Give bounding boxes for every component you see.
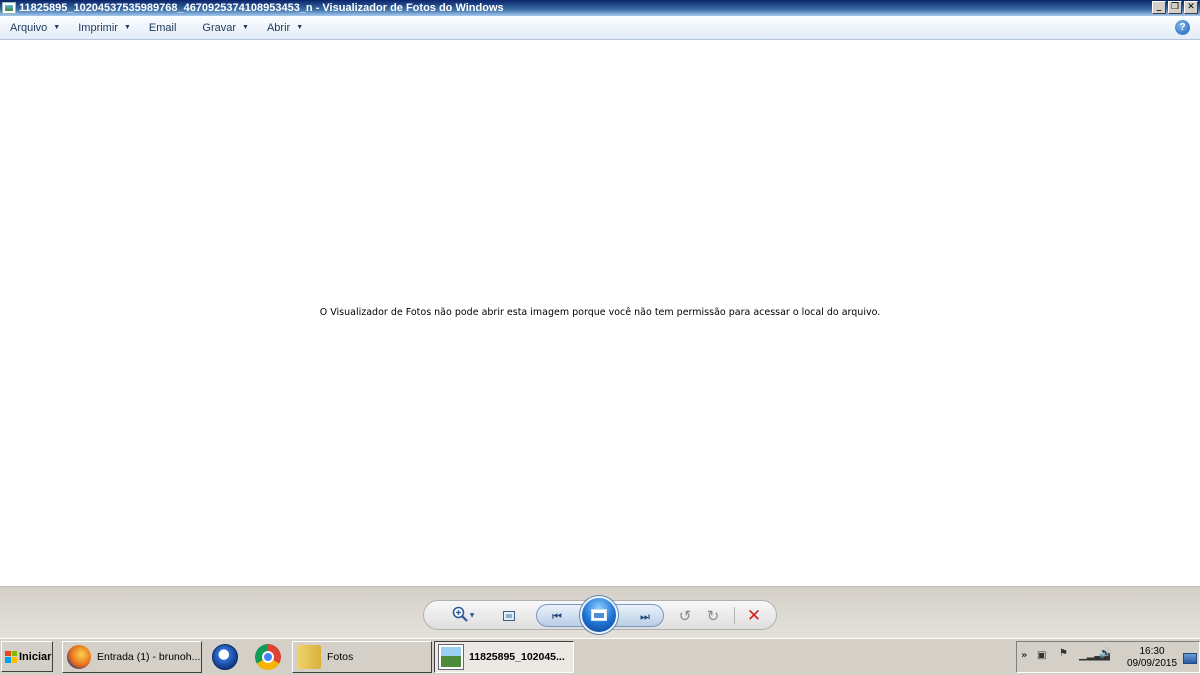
menu-gravar-label: Gravar — [202, 21, 237, 34]
image-viewport: O Visualizador de Fotos não pode abrir e… — [0, 41, 1200, 586]
rotate-left-button[interactable]: ↺ — [674, 605, 696, 626]
zoom-button[interactable]: ▼ — [448, 605, 478, 626]
error-message: O Visualizador de Fotos não pode abrir e… — [319, 307, 881, 318]
menu-bar: Arquivo ▼ Imprimir ▼ Email Gravar ▼ Abri… — [0, 16, 1200, 40]
show-desktop-icon[interactable] — [1183, 653, 1197, 664]
menu-abrir[interactable]: Abrir ▼ — [257, 16, 311, 40]
menu-arquivo-label: Arquivo — [10, 21, 48, 34]
window-title: 11825895_10204537535989768_4670925374108… — [19, 2, 504, 14]
system-tray: » ▣ ⚑ ▁▂▃▅ 🔊 16:30 09/09/2015 — [1016, 641, 1200, 673]
chevron-down-icon: ▼ — [296, 24, 304, 31]
menu-imprimir-label: Imprimir — [78, 21, 118, 34]
next-button[interactable]: ⏭ — [633, 606, 657, 627]
clock[interactable]: 16:30 09/09/2015 — [1123, 646, 1181, 670]
fit-window-icon — [503, 610, 515, 621]
menu-email-label: Email — [148, 21, 177, 34]
zoom-icon — [452, 606, 468, 626]
menu-email[interactable]: Email — [139, 16, 193, 40]
chevron-down-icon: ▼ — [469, 612, 475, 619]
close-button[interactable]: ✕ — [1184, 1, 1198, 14]
start-label: Iniciar — [19, 650, 52, 663]
menu-abrir-label: Abrir — [266, 21, 291, 34]
slideshow-button[interactable] — [580, 596, 618, 634]
help-icon[interactable]: ? — [1175, 20, 1190, 35]
maximize-button[interactable]: ❐ — [1168, 1, 1182, 14]
safely-remove-hardware-icon[interactable]: ▣ — [1037, 650, 1046, 661]
chevron-down-icon: ▼ — [53, 24, 61, 31]
chevron-down-icon: ▼ — [123, 24, 131, 31]
taskbar: Iniciar Entrada (1) - brunoh... Fotos 11… — [0, 638, 1200, 675]
action-center-flag-icon[interactable]: ⚑ — [1059, 648, 1068, 659]
taskbar-item-label: 11825895_102045... — [469, 651, 565, 663]
taskbar-item-fotos[interactable]: Fotos — [292, 641, 432, 673]
clock-time: 16:30 — [1139, 646, 1165, 657]
slideshow-icon — [591, 609, 607, 621]
taskbar-item-firefox[interactable]: Entrada (1) - brunoh... — [62, 641, 202, 673]
taskbar-item-label: Fotos — [327, 651, 354, 663]
controls-group: ▼ ⏮ ⏭ ↺ ↻ ✕ — [423, 596, 777, 634]
quicklaunch-thunderbird[interactable] — [210, 642, 240, 672]
folder-icon — [297, 645, 321, 669]
volume-icon[interactable]: 🔊 — [1099, 648, 1111, 659]
menu-imprimir[interactable]: Imprimir ▼ — [68, 16, 139, 40]
menu-arquivo[interactable]: Arquivo ▼ — [0, 16, 68, 40]
chevron-down-icon: ▼ — [242, 24, 249, 31]
thunderbird-icon — [212, 644, 238, 670]
delete-button[interactable]: ✕ — [742, 605, 766, 626]
windows-logo-icon — [5, 650, 17, 663]
start-button[interactable]: Iniciar — [1, 641, 53, 672]
taskbar-item-label: Entrada (1) - brunoh... — [97, 651, 201, 663]
taskbar-item-photo-viewer[interactable]: 11825895_102045... — [434, 641, 574, 673]
firefox-icon — [67, 645, 91, 669]
window-controls: _ ❐ ✕ — [1152, 1, 1198, 14]
photo-viewer-icon — [2, 2, 16, 14]
chrome-icon — [255, 644, 281, 670]
show-hidden-icons-icon[interactable]: » — [1021, 650, 1027, 661]
minimize-button[interactable]: _ — [1152, 1, 1166, 14]
photo-viewer-icon — [439, 645, 463, 669]
title-bar[interactable]: 11825895_10204537535989768_4670925374108… — [0, 0, 1200, 16]
control-separator — [734, 607, 735, 624]
previous-button[interactable]: ⏮ — [545, 606, 569, 627]
rotate-right-button[interactable]: ↻ — [702, 605, 724, 626]
viewer-control-bar: ▼ ⏮ ⏭ ↺ ↻ ✕ — [0, 586, 1200, 638]
actual-size-button[interactable] — [498, 605, 520, 626]
menu-gravar[interactable]: Gravar ▼ — [192, 16, 257, 40]
clock-date: 09/09/2015 — [1126, 658, 1178, 669]
quicklaunch-chrome[interactable] — [253, 642, 283, 672]
